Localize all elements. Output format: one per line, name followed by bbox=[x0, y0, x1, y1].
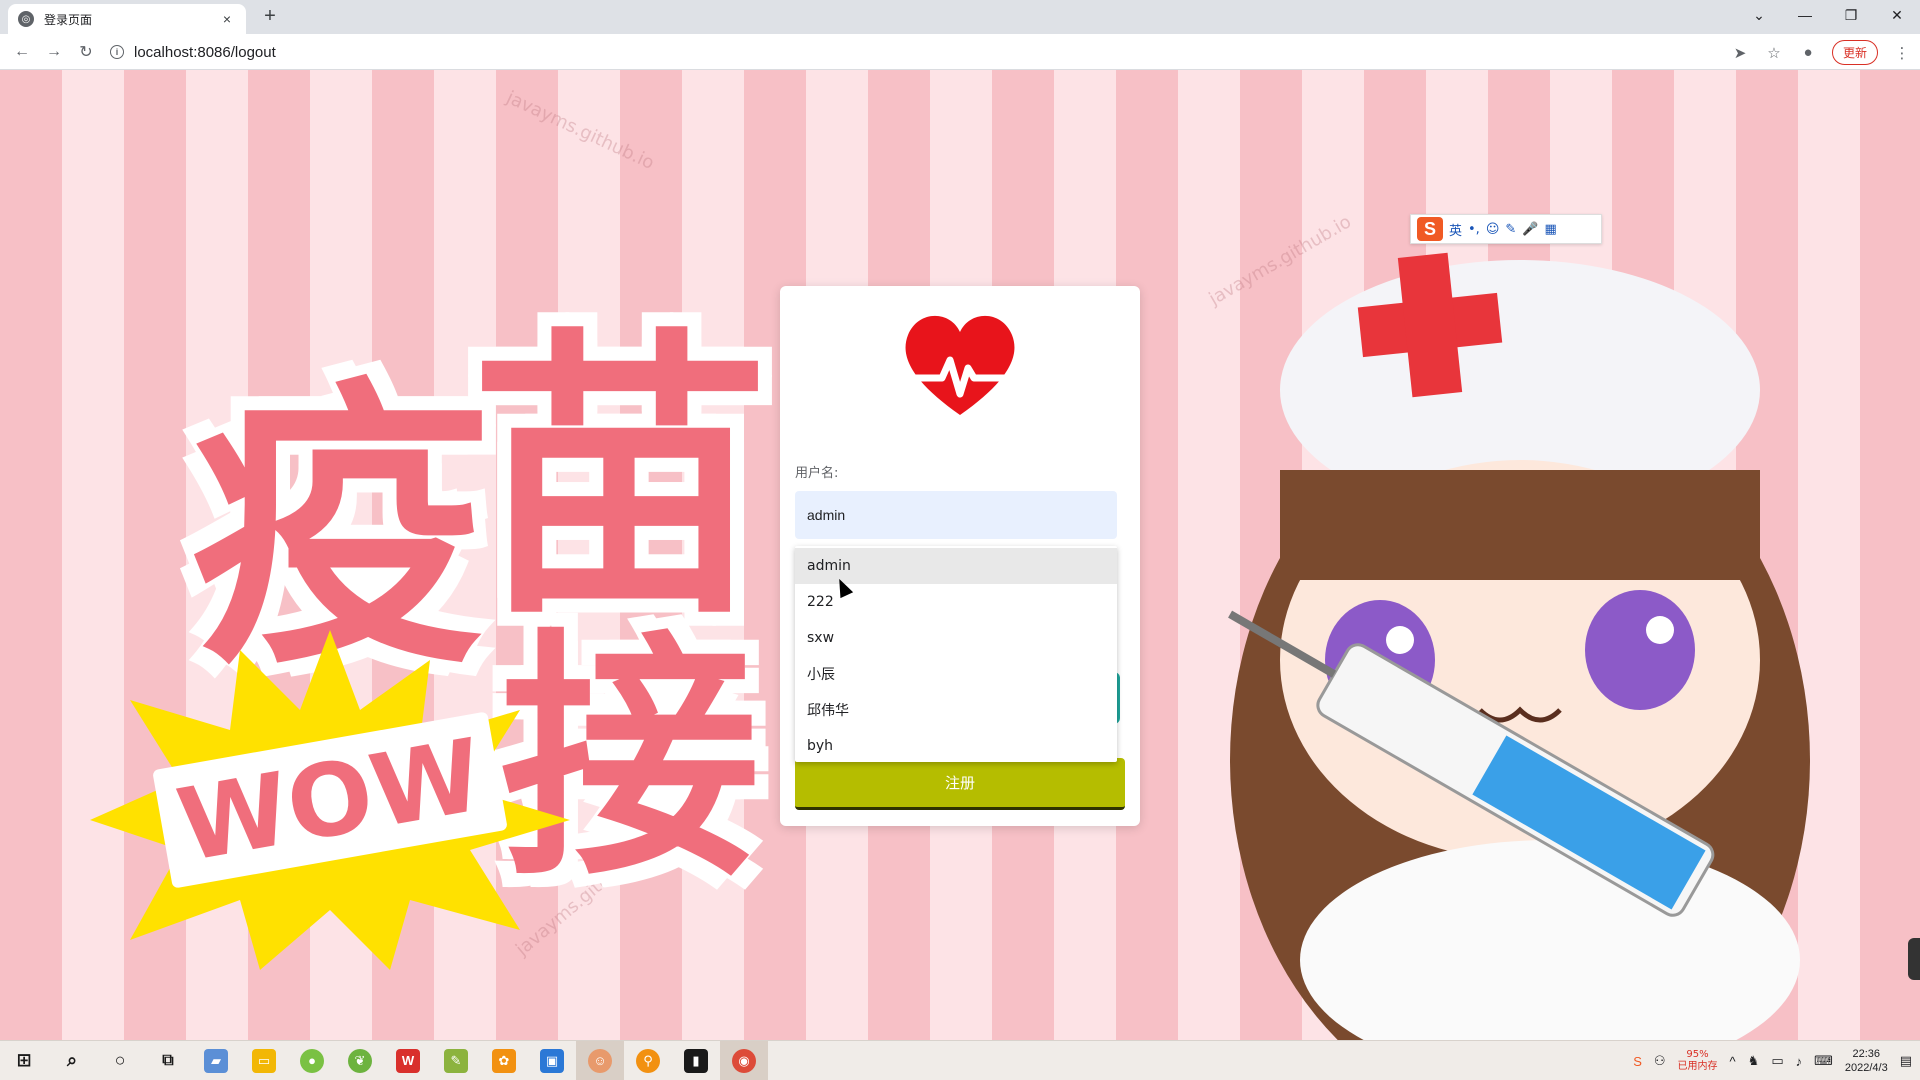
taskbar-app[interactable]: ✎ bbox=[432, 1041, 480, 1080]
username-label: 用户名: bbox=[795, 466, 839, 481]
forward-arrow-icon[interactable]: → bbox=[42, 40, 66, 64]
address-bar[interactable]: i localhost:8086/logout bbox=[110, 39, 1750, 65]
heart-pulse-logo-icon bbox=[902, 315, 1018, 415]
username-input[interactable]: admin bbox=[795, 491, 1117, 539]
app-icon: ☺ bbox=[588, 1048, 612, 1073]
taskbar-app[interactable]: ▣ bbox=[528, 1041, 576, 1080]
wps-icon: W bbox=[396, 1048, 420, 1073]
chevron-up-icon[interactable]: ^ bbox=[1730, 1054, 1736, 1069]
terminal-icon: ▮ bbox=[684, 1048, 708, 1073]
taskbar-app[interactable]: ● bbox=[288, 1041, 336, 1080]
taskbar-app[interactable]: ❦ bbox=[336, 1041, 384, 1080]
windows-taskbar: ⊞ ⌕ ○ ⧉ ▰ ▭ ● ❦ W ✎ ✿ ▣ ☺ ⚲ ▮ ◉ S ⚇ 95% … bbox=[0, 1040, 1920, 1080]
nurse-illustration bbox=[1228, 252, 1810, 1040]
task-view-button[interactable]: ⧉ bbox=[144, 1041, 192, 1080]
app-icon: ▣ bbox=[540, 1048, 564, 1073]
ime-emoji-icon[interactable]: ☺ bbox=[1486, 222, 1500, 237]
restore-button[interactable]: ❐ bbox=[1828, 0, 1874, 30]
taskbar-app[interactable]: ⚲ bbox=[624, 1041, 672, 1080]
close-window-button[interactable]: ✕ bbox=[1874, 0, 1920, 30]
close-tab-icon[interactable]: × bbox=[218, 11, 236, 27]
watermark: javayms.github.io bbox=[503, 87, 658, 174]
toolbar-actions: ➤ ☆ ● 更新 ⋮ bbox=[1730, 40, 1912, 65]
people-icon[interactable]: ⚇ bbox=[1654, 1053, 1666, 1069]
register-button[interactable]: 注册 bbox=[795, 758, 1125, 810]
search-icon: ⌕ bbox=[66, 1050, 78, 1070]
clock[interactable]: 22:36 2022/4/3 bbox=[1845, 1047, 1888, 1075]
window-controls: ⌄ — ❐ ✕ bbox=[1736, 0, 1920, 30]
star-icon[interactable]: ☆ bbox=[1764, 44, 1784, 62]
windows-start-icon: ⊞ bbox=[16, 1050, 32, 1070]
back-arrow-icon[interactable]: ← bbox=[10, 40, 34, 64]
reload-icon[interactable]: ↻ bbox=[74, 40, 98, 64]
memory-percent: 95% bbox=[1686, 1049, 1709, 1060]
ime-punctuation-icon[interactable]: •, bbox=[1468, 222, 1480, 237]
app-icon: ▰ bbox=[204, 1048, 228, 1073]
ime-tray-icon[interactable]: ⌨ bbox=[1814, 1053, 1833, 1069]
send-icon[interactable]: ➤ bbox=[1730, 44, 1750, 62]
globe-icon: ◎ bbox=[18, 11, 34, 27]
sogou-tray-icon[interactable]: S bbox=[1633, 1054, 1642, 1069]
ime-toolbox-icon[interactable]: ▦ bbox=[1544, 222, 1556, 237]
taskbar-app[interactable]: ▰ bbox=[192, 1041, 240, 1080]
app-icon: ✿ bbox=[492, 1048, 516, 1073]
tab-search-icon[interactable]: ⌄ bbox=[1736, 0, 1782, 30]
cortana-button[interactable]: ○ bbox=[96, 1041, 144, 1080]
sogou-logo-icon: S bbox=[1417, 217, 1443, 241]
clock-time: 22:36 bbox=[1852, 1048, 1881, 1060]
spring-icon: ❦ bbox=[348, 1048, 372, 1073]
profile-icon[interactable]: ● bbox=[1798, 44, 1818, 61]
taskbar-app[interactable]: ▭ bbox=[240, 1041, 288, 1080]
app-icon: ● bbox=[300, 1048, 324, 1073]
taskbar-search-button[interactable]: ⌕ bbox=[48, 1041, 96, 1080]
cortana-icon: ○ bbox=[114, 1050, 126, 1070]
browser-tab[interactable]: ◎ 登录页面 × bbox=[8, 4, 246, 34]
file-explorer-icon: ▭ bbox=[252, 1048, 276, 1073]
start-button[interactable]: ⊞ bbox=[0, 1041, 48, 1080]
side-handle[interactable] bbox=[1908, 938, 1920, 980]
browser-tab-bar: ◎ 登录页面 × + ⌄ — ❐ ✕ bbox=[0, 0, 1920, 34]
taskbar-app[interactable]: ✿ bbox=[480, 1041, 528, 1080]
autocomplete-option[interactable]: 小辰 bbox=[795, 656, 1117, 692]
ime-toolbar[interactable]: S 英 •, ☺ ✎ 🎤 ▦ bbox=[1410, 214, 1602, 244]
ime-voice-icon[interactable]: 🎤 bbox=[1522, 222, 1538, 237]
clock-date: 2022/4/3 bbox=[1844, 1062, 1888, 1074]
headline-char: 苗 bbox=[470, 305, 770, 654]
taskbar-app[interactable]: W bbox=[384, 1041, 432, 1080]
task-view-icon: ⧉ bbox=[162, 1051, 174, 1069]
system-tray: S ⚇ 95% 已用内存 ^ ♞ ▭ ♪ ⌨ 22:36 2022/4/3 ▤ bbox=[1633, 1041, 1912, 1080]
taskbar-app[interactable]: ☺ bbox=[576, 1040, 624, 1080]
chrome-icon: ◉ bbox=[732, 1048, 756, 1073]
notification-icon[interactable]: ▤ bbox=[1900, 1053, 1912, 1069]
ime-language-toggle[interactable]: 英 bbox=[1449, 220, 1462, 239]
autocomplete-option[interactable]: byh bbox=[795, 728, 1117, 764]
notepad-icon: ✎ bbox=[444, 1048, 468, 1073]
tab-title: 登录页面 bbox=[44, 12, 93, 27]
qq-icon[interactable]: ♞ bbox=[1748, 1053, 1760, 1069]
ime-handwrite-icon[interactable]: ✎ bbox=[1505, 222, 1516, 237]
volume-icon[interactable]: ♪ bbox=[1796, 1054, 1803, 1069]
url-text: localhost:8086/logout bbox=[134, 43, 276, 61]
autocomplete-option[interactable]: sxw bbox=[795, 620, 1117, 656]
memory-label: 已用内存 bbox=[1677, 1061, 1718, 1072]
taskbar-app[interactable]: ◉ bbox=[720, 1040, 768, 1080]
page-viewport: javayms.github.io javayms.github.io java… bbox=[0, 70, 1920, 1040]
new-tab-button[interactable]: + bbox=[258, 5, 282, 28]
autocomplete-option[interactable]: 邱伟华 bbox=[795, 692, 1117, 728]
site-info-icon[interactable]: i bbox=[110, 45, 124, 59]
update-button[interactable]: 更新 bbox=[1831, 40, 1878, 65]
browser-toolbar: ← → ↻ i localhost:8086/logout ➤ ☆ ● 更新 ⋮ bbox=[0, 34, 1920, 70]
memory-indicator[interactable]: 95% 已用内存 bbox=[1678, 1049, 1718, 1073]
search-app-icon: ⚲ bbox=[636, 1048, 660, 1073]
menu-dots-icon[interactable]: ⋮ bbox=[1892, 44, 1912, 62]
minimize-button[interactable]: — bbox=[1782, 0, 1828, 30]
wow-burst-graphic: WOW bbox=[90, 630, 570, 970]
taskbar-app[interactable]: ▮ bbox=[672, 1041, 720, 1080]
network-icon[interactable]: ▭ bbox=[1771, 1053, 1783, 1069]
